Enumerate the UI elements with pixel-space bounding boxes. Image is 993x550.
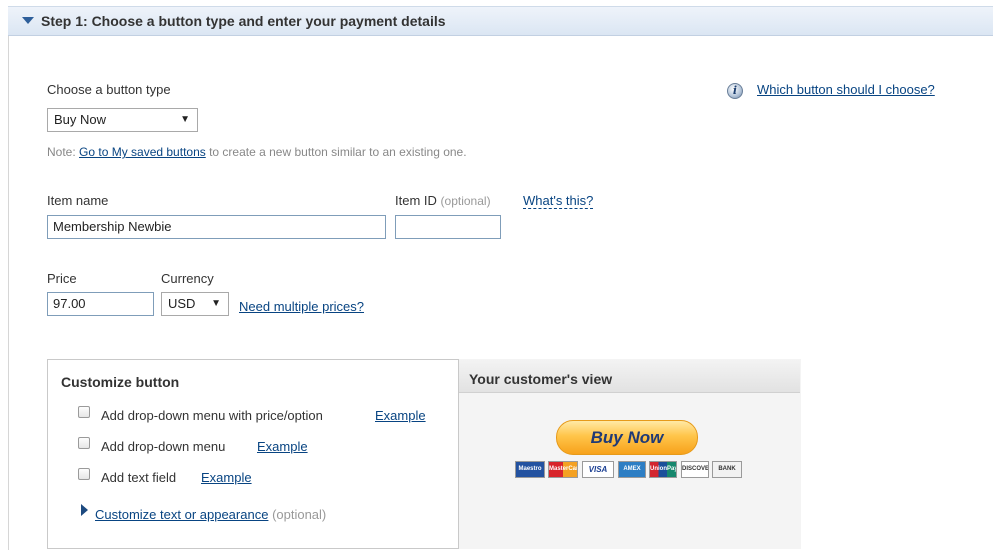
expand-triangle-icon[interactable]: [81, 504, 88, 516]
saved-buttons-note: Note: Go to My saved buttons to create a…: [47, 145, 467, 159]
dropdown-arrow-icon: ▼: [180, 114, 190, 125]
unionpay-card-icon: UnionPay: [649, 461, 677, 478]
customize-title: Customize button: [61, 374, 180, 390]
discover-card-icon: DISCOVER: [681, 461, 709, 478]
currency-value: USD: [168, 296, 196, 311]
item-id-input[interactable]: [395, 215, 501, 239]
example-link[interactable]: Example: [201, 470, 252, 485]
price-label: Price: [47, 271, 77, 286]
price-input[interactable]: 97.00: [47, 292, 154, 316]
item-name-value: Membership Newbie: [53, 219, 172, 234]
visa-card-icon: VISA: [582, 461, 614, 478]
button-type-value: Buy Now: [54, 112, 107, 127]
currency-label: Currency: [161, 271, 214, 286]
item-id-optional: (optional): [440, 194, 491, 208]
option-checkbox[interactable]: [78, 437, 90, 449]
button-type-select[interactable]: Buy Now ▼: [47, 108, 198, 132]
option-label: Add text field: [101, 470, 177, 485]
info-icon: i: [727, 83, 743, 99]
note-prefix: Note:: [47, 145, 80, 159]
example-link[interactable]: Example: [375, 408, 426, 423]
amex-card-icon: AMEX: [618, 461, 646, 478]
example-link[interactable]: Example: [257, 439, 308, 454]
note-suffix: to create a new button similar to an exi…: [205, 145, 467, 159]
bank-card-icon: BANK: [712, 461, 742, 478]
mastercard-card-icon: MasterCard: [548, 461, 578, 478]
customer-view-title: Your customer's view: [469, 371, 613, 387]
step-header[interactable]: Step 1: Choose a button type and enter y…: [8, 6, 993, 36]
dropdown-arrow-icon: ▼: [211, 298, 221, 309]
appearance-optional: (optional): [272, 507, 327, 522]
item-name-label: Item name: [47, 193, 109, 208]
price-value: 97.00: [53, 296, 86, 311]
left-divider: [8, 36, 9, 550]
which-button-link[interactable]: Which button should I choose?: [757, 82, 935, 97]
whats-this-link[interactable]: What's this?: [523, 193, 594, 209]
option-label: Add drop-down menu: [101, 439, 226, 454]
customize-appearance-link[interactable]: Customize text or appearance: [95, 507, 268, 522]
button-type-label: Choose a button type: [47, 82, 171, 97]
option-label: Add drop-down menu with price/option: [101, 408, 323, 423]
item-id-label-text: Item ID: [395, 193, 437, 208]
currency-select[interactable]: USD ▼: [161, 292, 229, 316]
maestro-card-icon: Maestro: [515, 461, 545, 478]
option-checkbox[interactable]: [78, 406, 90, 418]
item-name-input[interactable]: Membership Newbie: [47, 215, 386, 239]
step-title: Step 1: Choose a button type and enter y…: [41, 13, 446, 29]
saved-buttons-link[interactable]: Go to My saved buttons: [79, 145, 206, 159]
customize-appearance: Customize text or appearance (optional): [95, 507, 326, 522]
buy-now-preview-button: Buy Now: [556, 420, 698, 455]
option-checkbox[interactable]: [78, 468, 90, 480]
collapse-triangle-icon[interactable]: [22, 17, 34, 24]
item-id-label: Item ID (optional): [395, 193, 491, 208]
multiple-prices-link[interactable]: Need multiple prices?: [239, 299, 364, 314]
